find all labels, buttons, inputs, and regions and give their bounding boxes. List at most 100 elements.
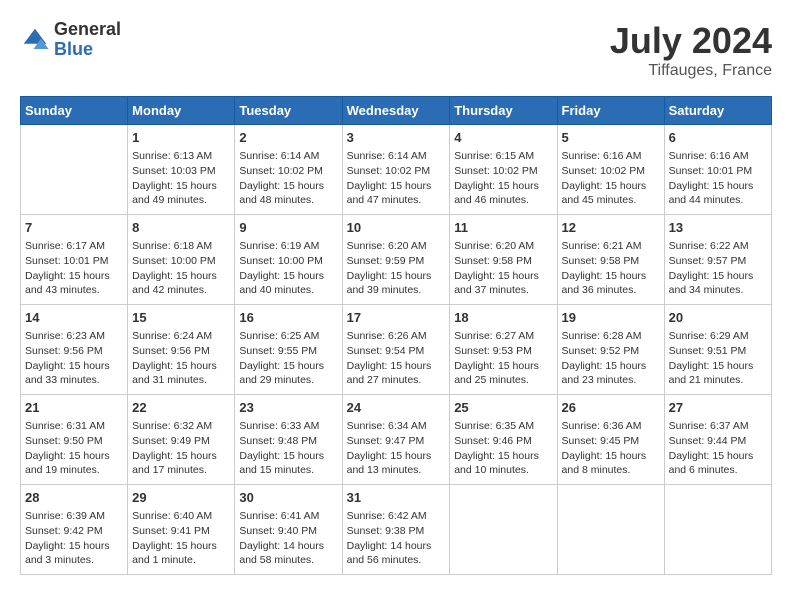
calendar-cell: 11 Sunrise: 6:20 AMSunset: 9:58 PMDayligh… xyxy=(450,215,557,305)
day-number: 5 xyxy=(562,129,660,147)
calendar-cell: 30 Sunrise: 6:41 AMSunset: 9:40 PMDayligh… xyxy=(235,485,342,575)
day-number: 18 xyxy=(454,309,552,327)
day-info: Sunrise: 6:19 AMSunset: 10:00 PMDaylight… xyxy=(239,239,337,298)
day-info: Sunrise: 6:14 AMSunset: 10:02 PMDaylight… xyxy=(347,149,446,208)
calendar-week-4: 21 Sunrise: 6:31 AMSunset: 9:50 PMDayligh… xyxy=(21,395,772,485)
day-number: 31 xyxy=(347,489,446,507)
month-year: July 2024 xyxy=(610,20,772,62)
day-number: 3 xyxy=(347,129,446,147)
calendar-cell xyxy=(664,485,771,575)
calendar-cell: 15 Sunrise: 6:24 AMSunset: 9:56 PMDayligh… xyxy=(128,305,235,395)
day-number: 30 xyxy=(239,489,337,507)
day-number: 16 xyxy=(239,309,337,327)
day-number: 19 xyxy=(562,309,660,327)
day-info: Sunrise: 6:20 AMSunset: 9:59 PMDaylight:… xyxy=(347,239,446,298)
calendar-week-3: 14Sunrise: 6:23 AMSunset: 9:56 PMDayligh… xyxy=(21,305,772,395)
calendar-cell: 1 Sunrise: 6:13 AMSunset: 10:03 PMDayligh… xyxy=(128,125,235,215)
day-info: Sunrise: 6:31 AMSunset: 9:50 PMDaylight:… xyxy=(25,419,123,478)
calendar-body: 1 Sunrise: 6:13 AMSunset: 10:03 PMDayligh… xyxy=(21,125,772,575)
calendar-cell: 29 Sunrise: 6:40 AMSunset: 9:41 PMDayligh… xyxy=(128,485,235,575)
calendar-cell: 4Sunrise: 6:15 AMSunset: 10:02 PMDayligh… xyxy=(450,125,557,215)
day-number: 4 xyxy=(454,129,552,147)
day-info: Sunrise: 6:21 AMSunset: 9:58 PMDaylight:… xyxy=(562,239,660,298)
calendar-cell: 8 Sunrise: 6:18 AMSunset: 10:00 PMDayligh… xyxy=(128,215,235,305)
calendar-cell: 31Sunrise: 6:42 AMSunset: 9:38 PMDayligh… xyxy=(342,485,450,575)
calendar-cell: 27 Sunrise: 6:37 AMSunset: 9:44 PMDayligh… xyxy=(664,395,771,485)
day-number: 20 xyxy=(669,309,767,327)
calendar-cell: 18 Sunrise: 6:27 AMSunset: 9:53 PMDayligh… xyxy=(450,305,557,395)
day-info: Sunrise: 6:13 AMSunset: 10:03 PMDaylight… xyxy=(132,149,230,208)
day-info: Sunrise: 6:18 AMSunset: 10:00 PMDaylight… xyxy=(132,239,230,298)
day-number: 11 xyxy=(454,219,552,237)
logo-text: General Blue xyxy=(54,20,121,60)
calendar-table: Sunday Monday Tuesday Wednesday Thursday… xyxy=(20,96,772,575)
day-info: Sunrise: 6:32 AMSunset: 9:49 PMDaylight:… xyxy=(132,419,230,478)
day-info: Sunrise: 6:22 AMSunset: 9:57 PMDaylight:… xyxy=(669,239,767,298)
day-number: 17 xyxy=(347,309,446,327)
logo-blue: Blue xyxy=(54,40,121,60)
day-number: 1 xyxy=(132,129,230,147)
day-info: Sunrise: 6:35 AMSunset: 9:46 PMDaylight:… xyxy=(454,419,552,478)
day-number: 9 xyxy=(239,219,337,237)
header-saturday: Saturday xyxy=(664,97,771,125)
calendar-cell: 16 Sunrise: 6:25 AMSunset: 9:55 PMDayligh… xyxy=(235,305,342,395)
calendar-cell xyxy=(557,485,664,575)
header-monday: Monday xyxy=(128,97,235,125)
day-info: Sunrise: 6:41 AMSunset: 9:40 PMDaylight:… xyxy=(239,509,337,568)
day-number: 13 xyxy=(669,219,767,237)
calendar-header: Sunday Monday Tuesday Wednesday Thursday… xyxy=(21,97,772,125)
day-number: 15 xyxy=(132,309,230,327)
calendar-cell: 17Sunrise: 6:26 AMSunset: 9:54 PMDayligh… xyxy=(342,305,450,395)
day-info: Sunrise: 6:14 AMSunset: 10:02 PMDaylight… xyxy=(239,149,337,208)
calendar-cell: 9 Sunrise: 6:19 AMSunset: 10:00 PMDayligh… xyxy=(235,215,342,305)
header-tuesday: Tuesday xyxy=(235,97,342,125)
day-info: Sunrise: 6:29 AMSunset: 9:51 PMDaylight:… xyxy=(669,329,767,388)
day-number: 10 xyxy=(347,219,446,237)
calendar-cell: 7Sunrise: 6:17 AMSunset: 10:01 PMDayligh… xyxy=(21,215,128,305)
day-info: Sunrise: 6:23 AMSunset: 9:56 PMDaylight:… xyxy=(25,329,123,388)
title-block: July 2024 Tiffauges, France xyxy=(610,20,772,80)
day-number: 28 xyxy=(25,489,123,507)
day-info: Sunrise: 6:37 AMSunset: 9:44 PMDaylight:… xyxy=(669,419,767,478)
day-number: 21 xyxy=(25,399,123,417)
calendar-cell: 2 Sunrise: 6:14 AMSunset: 10:02 PMDayligh… xyxy=(235,125,342,215)
day-info: Sunrise: 6:36 AMSunset: 9:45 PMDaylight:… xyxy=(562,419,660,478)
calendar-cell: 22Sunrise: 6:32 AMSunset: 9:49 PMDayligh… xyxy=(128,395,235,485)
calendar-cell: 5Sunrise: 6:16 AMSunset: 10:02 PMDayligh… xyxy=(557,125,664,215)
day-info: Sunrise: 6:20 AMSunset: 9:58 PMDaylight:… xyxy=(454,239,552,298)
calendar-cell: 6Sunrise: 6:16 AMSunset: 10:01 PMDayligh… xyxy=(664,125,771,215)
logo-general: General xyxy=(54,20,121,40)
day-info: Sunrise: 6:40 AMSunset: 9:41 PMDaylight:… xyxy=(132,509,230,568)
day-number: 8 xyxy=(132,219,230,237)
day-info: Sunrise: 6:24 AMSunset: 9:56 PMDaylight:… xyxy=(132,329,230,388)
day-info: Sunrise: 6:16 AMSunset: 10:01 PMDaylight… xyxy=(669,149,767,208)
calendar-week-1: 1 Sunrise: 6:13 AMSunset: 10:03 PMDayligh… xyxy=(21,125,772,215)
day-number: 26 xyxy=(562,399,660,417)
header-sunday: Sunday xyxy=(21,97,128,125)
day-number: 2 xyxy=(239,129,337,147)
day-number: 27 xyxy=(669,399,767,417)
day-number: 12 xyxy=(562,219,660,237)
logo: General Blue xyxy=(20,20,121,60)
location: Tiffauges, France xyxy=(610,62,772,80)
header-row: Sunday Monday Tuesday Wednesday Thursday… xyxy=(21,97,772,125)
day-info: Sunrise: 6:33 AMSunset: 9:48 PMDaylight:… xyxy=(239,419,337,478)
day-info: Sunrise: 6:25 AMSunset: 9:55 PMDaylight:… xyxy=(239,329,337,388)
calendar-cell: 28 Sunrise: 6:39 AMSunset: 9:42 PMDayligh… xyxy=(21,485,128,575)
day-info: Sunrise: 6:17 AMSunset: 10:01 PMDaylight… xyxy=(25,239,123,298)
calendar-cell: 10 Sunrise: 6:20 AMSunset: 9:59 PMDayligh… xyxy=(342,215,450,305)
calendar-cell: 21 Sunrise: 6:31 AMSunset: 9:50 PMDayligh… xyxy=(21,395,128,485)
calendar-cell: 24Sunrise: 6:34 AMSunset: 9:47 PMDayligh… xyxy=(342,395,450,485)
header-thursday: Thursday xyxy=(450,97,557,125)
day-number: 29 xyxy=(132,489,230,507)
calendar-cell: 12 Sunrise: 6:21 AMSunset: 9:58 PMDayligh… xyxy=(557,215,664,305)
calendar-cell: 23 Sunrise: 6:33 AMSunset: 9:48 PMDayligh… xyxy=(235,395,342,485)
day-number: 23 xyxy=(239,399,337,417)
calendar-cell xyxy=(21,125,128,215)
calendar-cell: 20 Sunrise: 6:29 AMSunset: 9:51 PMDayligh… xyxy=(664,305,771,395)
day-info: Sunrise: 6:39 AMSunset: 9:42 PMDaylight:… xyxy=(25,509,123,568)
calendar-cell: 14Sunrise: 6:23 AMSunset: 9:56 PMDayligh… xyxy=(21,305,128,395)
day-info: Sunrise: 6:27 AMSunset: 9:53 PMDaylight:… xyxy=(454,329,552,388)
calendar-cell xyxy=(450,485,557,575)
day-number: 24 xyxy=(347,399,446,417)
